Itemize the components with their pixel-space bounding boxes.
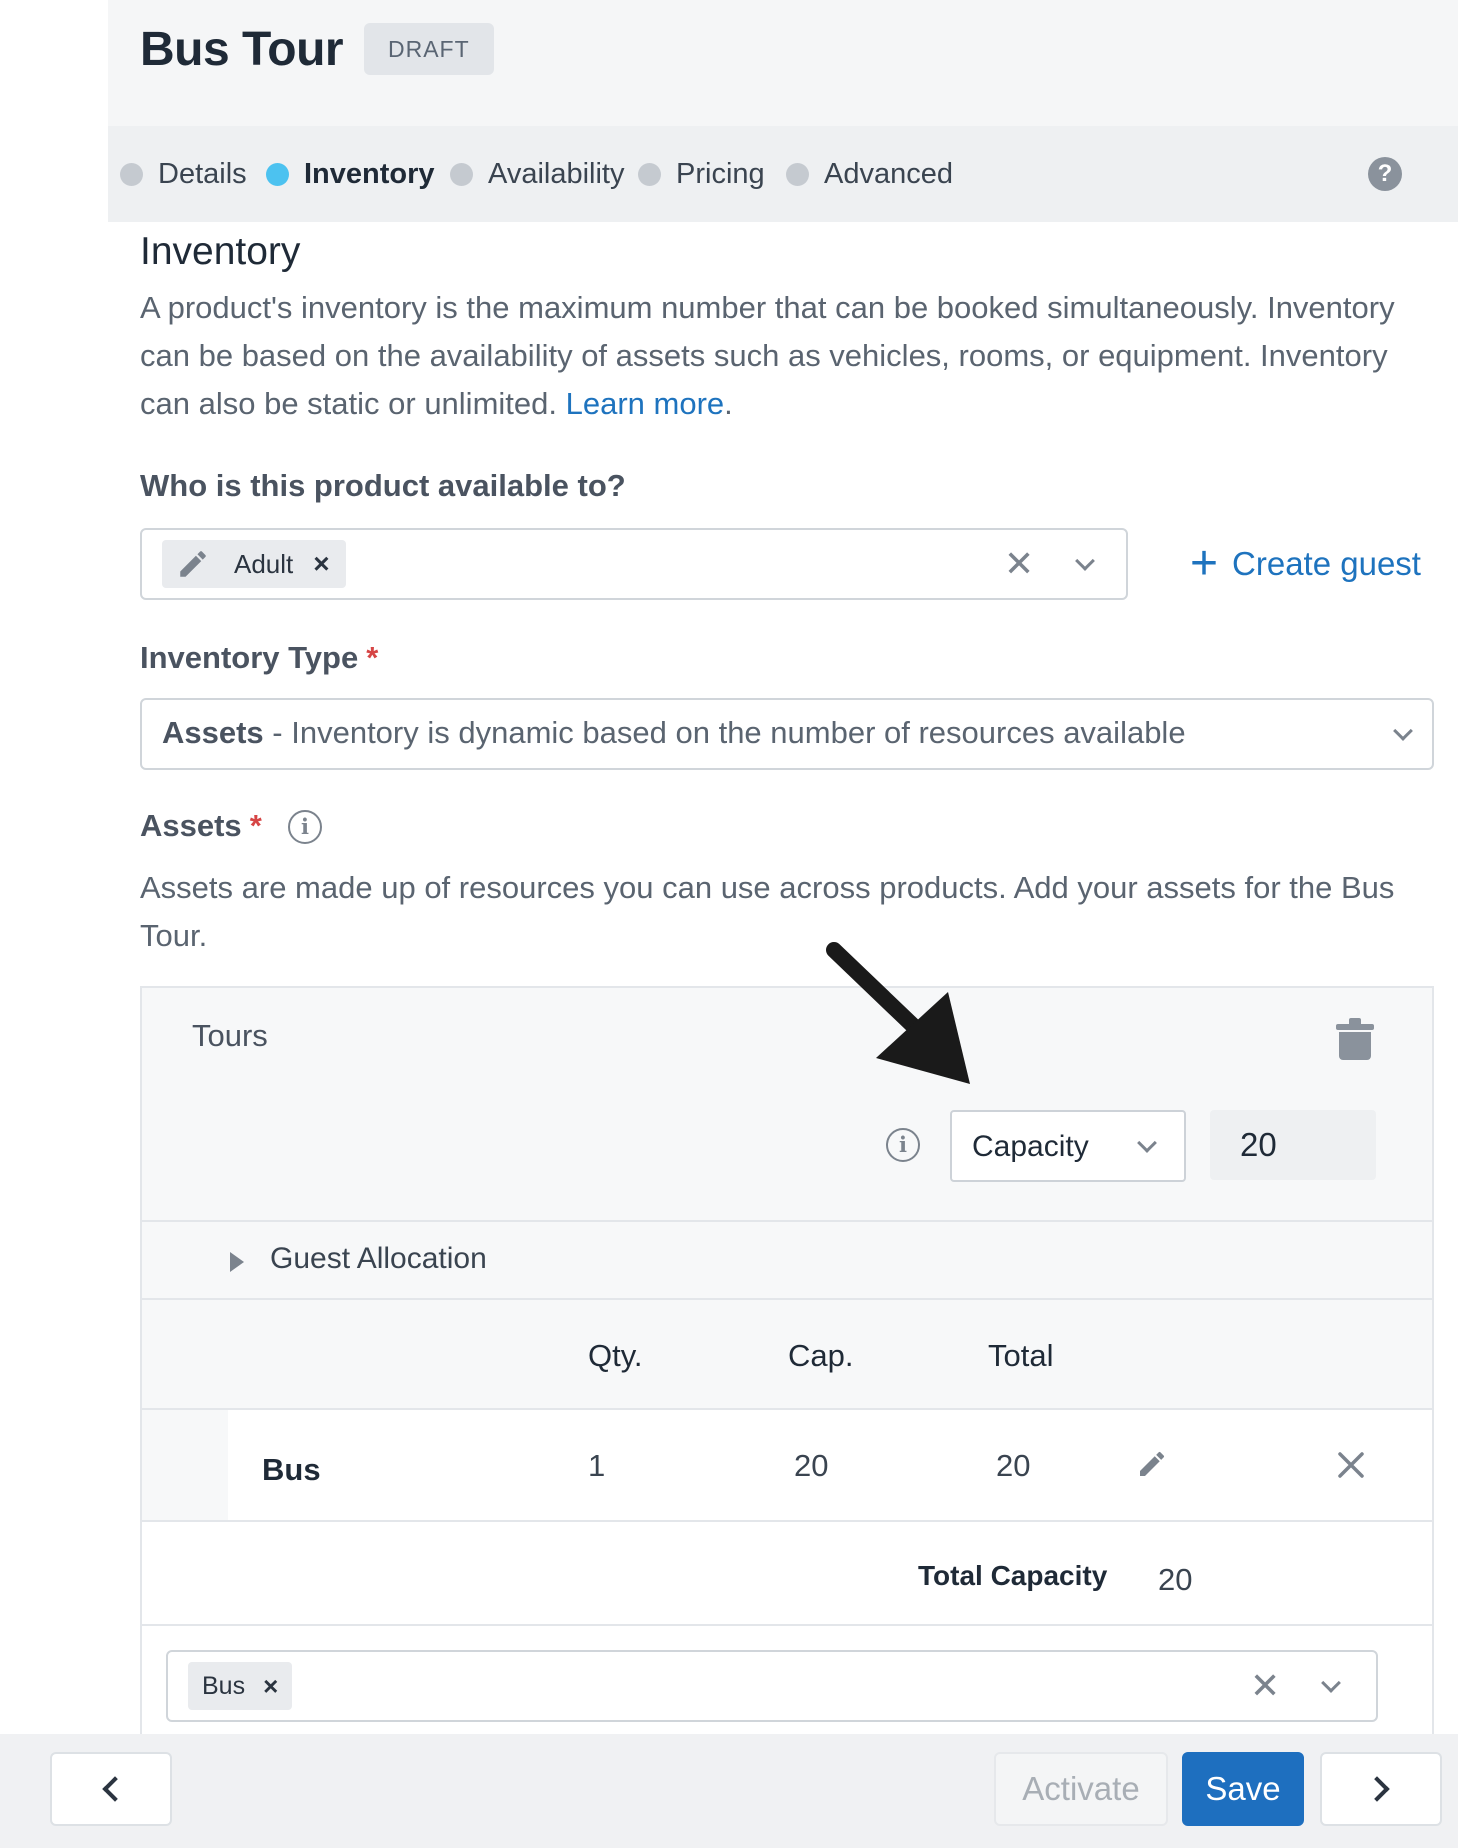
column-header-qty: Qty. [588, 1338, 643, 1373]
status-badge: DRAFT [364, 23, 494, 75]
left-gutter [0, 0, 108, 1848]
chevron-down-icon[interactable] [1321, 1673, 1341, 1693]
asset-group-header: Tours i Capacity 20 [142, 988, 1432, 1222]
asset-qty: 1 [588, 1448, 606, 1483]
create-guest-label: Create guest [1232, 545, 1421, 582]
annotation-arrow-icon [826, 942, 970, 1084]
step-navigation: Details Inventory Availability Pricing A… [108, 126, 1458, 222]
caret-right-icon [230, 1252, 244, 1272]
description-suffix: . [724, 386, 733, 421]
total-capacity-value: 20 [1158, 1562, 1193, 1597]
page-header: Bus Tour DRAFT [108, 0, 1458, 126]
asset-chip-bus: Bus × [188, 1662, 293, 1710]
total-capacity-row: Total Capacity 20 [142, 1522, 1432, 1626]
info-icon[interactable]: i [288, 810, 322, 844]
chevron-down-icon [1137, 1133, 1157, 1153]
asset-cap: 20 [794, 1448, 829, 1483]
product-editor-page: Bus Tour DRAFT Details Inventory Availab… [0, 0, 1458, 1848]
row-stub [142, 1410, 228, 1520]
section-title: Inventory [140, 230, 301, 273]
asset-name: Bus [262, 1452, 321, 1487]
guest-type-select[interactable]: Adult × ✕ [140, 528, 1128, 600]
tab-availability[interactable]: Availability [450, 126, 624, 222]
close-icon[interactable] [1336, 1450, 1366, 1480]
assets-description: Assets are made up of resources you can … [140, 870, 1395, 953]
info-icon[interactable]: i [886, 1128, 920, 1162]
chevron-right-icon [1364, 1776, 1390, 1802]
chevron-left-icon [102, 1776, 128, 1802]
total-capacity-label: Total Capacity [918, 1560, 1108, 1591]
step-dot-icon [450, 162, 473, 186]
step-dot-icon [638, 162, 661, 186]
activate-button[interactable]: Activate [994, 1752, 1168, 1826]
page-title: Bus Tour [140, 23, 344, 76]
asset-select[interactable]: Bus × ✕ [166, 1650, 1378, 1722]
trash-icon[interactable] [1336, 1018, 1374, 1060]
required-mark: * [249, 808, 262, 843]
label-text: Inventory Type [140, 640, 359, 675]
chevron-down-icon[interactable] [1393, 721, 1413, 741]
previous-button[interactable] [50, 1752, 172, 1826]
help-icon[interactable]: ? [1368, 157, 1402, 191]
assets-label: Assets * [140, 808, 262, 844]
clear-icon[interactable]: ✕ [1250, 1668, 1280, 1704]
asset-group-panel: Tours i Capacity 20 Guest Allocation Qty… [140, 986, 1434, 1848]
tab-label: Advanced [824, 157, 953, 190]
tab-pricing[interactable]: Pricing [638, 126, 765, 222]
capacity-mode-value: Capacity [972, 1130, 1089, 1163]
inventory-type-value: Assets - Inventory is dynamic based on t… [162, 715, 1186, 751]
inventory-type-bold: Assets [162, 715, 264, 750]
tab-label: Inventory [304, 157, 435, 190]
label-text: Assets [140, 808, 242, 843]
plus-icon: + [1190, 537, 1219, 590]
save-button[interactable]: Save [1182, 1752, 1304, 1826]
clear-icon[interactable]: ✕ [1004, 546, 1034, 582]
pencil-icon[interactable] [1136, 1448, 1168, 1480]
guests-label: Who is this product available to? [140, 468, 626, 503]
chevron-down-icon[interactable] [1075, 551, 1095, 571]
tab-inventory[interactable]: Inventory [266, 126, 435, 222]
chip-label: Adult [234, 548, 294, 579]
step-dot-icon [120, 162, 143, 186]
step-dot-icon [266, 162, 289, 186]
inventory-description: A product's inventory is the maximum num… [140, 284, 1420, 428]
asset-group-name: Tours [192, 1018, 268, 1053]
chip-label: Bus [202, 1671, 246, 1700]
tab-label: Availability [488, 157, 625, 190]
assets-table-header: Qty. Cap. Total [142, 1300, 1432, 1410]
capacity-mode-select[interactable]: Capacity [950, 1110, 1186, 1182]
tab-label: Pricing [676, 157, 765, 190]
guest-chip-adult: Adult × [162, 540, 346, 588]
pencil-icon [180, 551, 206, 577]
column-header-total: Total [988, 1338, 1054, 1373]
footer-bar: Activate Save [0, 1734, 1458, 1848]
description-text: A product's inventory is the maximum num… [140, 290, 1395, 421]
chip-remove-icon[interactable]: × [263, 1671, 278, 1702]
asset-total: 20 [996, 1448, 1031, 1483]
guest-allocation-toggle[interactable]: Guest Allocation [142, 1222, 1432, 1300]
required-mark: * [366, 640, 379, 675]
step-dot-icon [786, 162, 809, 186]
capacity-input[interactable]: 20 [1210, 1110, 1376, 1180]
chip-remove-icon[interactable]: × [313, 548, 329, 580]
column-header-cap: Cap. [788, 1338, 854, 1373]
table-row: Bus 1 20 20 [142, 1410, 1432, 1522]
tab-advanced[interactable]: Advanced [786, 126, 953, 222]
tab-label: Details [158, 157, 247, 190]
next-button[interactable] [1320, 1752, 1442, 1826]
inventory-type-select[interactable]: Assets - Inventory is dynamic based on t… [140, 698, 1434, 770]
create-guest-button[interactable]: + Create guest [1190, 537, 1421, 590]
tab-details[interactable]: Details [120, 126, 247, 222]
inventory-type-label: Inventory Type * [140, 640, 378, 676]
learn-more-link[interactable]: Learn more [566, 386, 725, 421]
guest-allocation-label: Guest Allocation [270, 1242, 487, 1275]
inventory-type-rest: - Inventory is dynamic based on the numb… [263, 715, 1186, 750]
